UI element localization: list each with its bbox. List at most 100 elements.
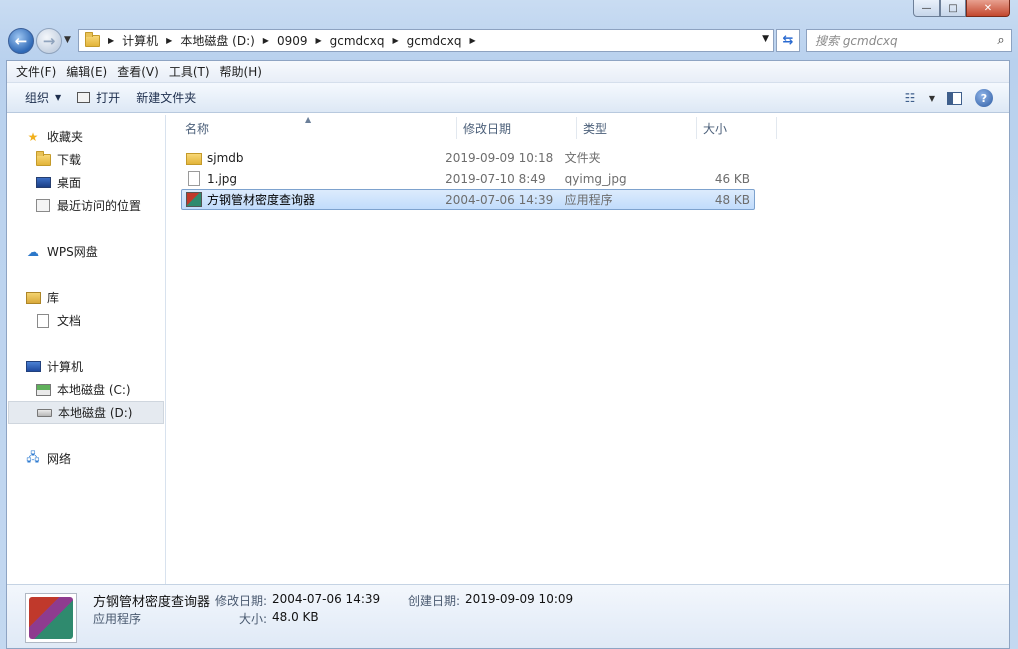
address-bar[interactable]: ▶ 计算机 ▶ 本地磁盘 (D:) ▶ 0909 ▶ gcmdcxq ▶ gcm… xyxy=(78,29,774,52)
breadcrumb-separator-icon[interactable]: ▶ xyxy=(166,36,172,45)
breadcrumb-separator-icon[interactable]: ▶ xyxy=(393,36,399,45)
organize-label: 组织 xyxy=(25,91,50,105)
help-button[interactable]: ? xyxy=(969,86,999,110)
file-type: 文件夹 xyxy=(564,151,601,165)
sidebar-item-label: 本地磁盘 (C:) xyxy=(57,383,131,397)
breadcrumb-separator-icon[interactable]: ▶ xyxy=(316,36,322,45)
maximize-button[interactable]: □ xyxy=(940,0,966,17)
library-group: 库 文档 xyxy=(7,286,165,332)
file-rows: sjmdb 2019-09-09 10:18 文件夹 1.jpg 2019-07… xyxy=(167,147,1009,210)
application-icon xyxy=(186,192,202,207)
close-button[interactable]: ✕ xyxy=(966,0,1010,17)
sidebar-item-wps-cloud[interactable]: ☁ WPS网盘 xyxy=(7,240,165,263)
breadcrumb-computer[interactable]: 计算机 xyxy=(122,32,158,49)
breadcrumb-separator-icon[interactable]: ▶ xyxy=(470,36,476,45)
network-icon: 🖧 xyxy=(26,450,40,464)
breadcrumb-gcmdcxq-2[interactable]: gcmdcxq xyxy=(407,34,462,48)
favorites-group: ★ 收藏夹 下载 桌面 最近访问的位置 xyxy=(7,125,165,217)
breadcrumb-0909[interactable]: 0909 xyxy=(277,34,308,48)
preview-pane-icon xyxy=(946,91,962,105)
menu-help[interactable]: 帮助(H) xyxy=(215,63,267,80)
file-row[interactable]: sjmdb 2019-09-09 10:18 文件夹 xyxy=(181,147,755,168)
navigation-pane: ★ 收藏夹 下载 桌面 最近访问的位置 ☁ WPS网盘 库 文档 计算机 本地磁… xyxy=(7,115,166,585)
window-frame: — □ ✕ ← → ▼ ▶ 计算机 ▶ 本地磁盘 (D:) ▶ 0909 ▶ g… xyxy=(0,0,1018,649)
search-icon[interactable]: ⌕ xyxy=(991,33,1011,48)
computer-group: 计算机 本地磁盘 (C:) 本地磁盘 (D:) xyxy=(7,355,165,424)
file-name-cell: sjmdb xyxy=(182,151,445,165)
file-size: 48 KB xyxy=(714,192,750,207)
breadcrumb-separator-icon[interactable]: ▶ xyxy=(108,36,114,45)
column-header-type[interactable]: 类型 xyxy=(577,117,697,139)
sidebar-item-label: 计算机 xyxy=(47,360,84,374)
arrow-right-icon: → xyxy=(42,32,56,50)
column-header-name[interactable]: 名称 xyxy=(179,117,457,139)
wps-group: ☁ WPS网盘 xyxy=(7,240,165,263)
sidebar-item-label: 文档 xyxy=(57,314,82,328)
sidebar-item-network[interactable]: 🖧 网络 xyxy=(7,447,165,470)
library-icon xyxy=(25,291,41,305)
new-folder-button[interactable]: 新建文件夹 xyxy=(128,86,204,110)
back-button[interactable]: ← xyxy=(8,28,34,54)
sidebar-item-drive-c[interactable]: 本地磁盘 (C:) xyxy=(7,378,165,401)
details-size-label: 大小: xyxy=(239,612,268,626)
column-header-date[interactable]: 修改日期 xyxy=(457,117,577,139)
address-dropdown-icon[interactable]: ▼ xyxy=(762,34,769,44)
breadcrumb-gcmdcxq-1[interactable]: gcmdcxq xyxy=(330,34,385,48)
sidebar-item-drive-d[interactable]: 本地磁盘 (D:) xyxy=(8,401,164,424)
application-thumbnail-icon xyxy=(25,593,77,643)
preview-pane-button[interactable] xyxy=(939,86,969,110)
breadcrumb-drive-d[interactable]: 本地磁盘 (D:) xyxy=(180,32,254,49)
change-view-button[interactable]: ☷ xyxy=(895,86,925,110)
file-row[interactable]: 1.jpg 2019-07-10 8:49 qyimg_jpg 46 KB xyxy=(181,168,755,189)
menu-file[interactable]: 文件(F) xyxy=(11,63,61,80)
file-date: 2019-07-10 8:49 xyxy=(445,171,546,186)
details-file-name: 方钢管材密度查询器 xyxy=(93,595,211,610)
minimize-button[interactable]: — xyxy=(913,0,940,17)
sidebar-item-downloads[interactable]: 下载 xyxy=(7,148,165,171)
file-name-cell: 1.jpg xyxy=(182,171,445,186)
recent-pages-dropdown[interactable]: ▼ xyxy=(64,35,71,45)
sidebar-item-favorites[interactable]: ★ 收藏夹 xyxy=(7,125,165,148)
sidebar-item-label: 最近访问的位置 xyxy=(57,199,142,213)
details-created-value: 2019-09-09 10:09 xyxy=(465,592,574,606)
sidebar-item-desktop[interactable]: 桌面 xyxy=(7,171,165,194)
desktop-icon xyxy=(35,176,51,190)
file-date: 2004-07-06 14:39 xyxy=(445,192,554,207)
sidebar-item-label: 网络 xyxy=(47,452,72,466)
sidebar-item-libraries[interactable]: 库 xyxy=(7,286,165,309)
sidebar-item-documents[interactable]: 文档 xyxy=(7,309,165,332)
view-options-dropdown[interactable]: ▼ xyxy=(925,86,939,110)
breadcrumb: ▶ 计算机 ▶ 本地磁盘 (D:) ▶ 0909 ▶ gcmdcxq ▶ gcm… xyxy=(100,32,484,49)
details-size-value: 48.0 KB xyxy=(272,610,319,624)
file-row-selected[interactable]: 方钢管材密度查询器 2004-07-06 14:39 应用程序 48 KB xyxy=(181,189,755,210)
document-icon xyxy=(35,313,51,328)
drive-icon xyxy=(36,406,52,420)
folder-icon xyxy=(85,31,100,47)
folder-icon xyxy=(186,152,202,165)
sidebar-item-label: 桌面 xyxy=(57,176,82,190)
details-created-label: 创建日期: xyxy=(408,594,461,608)
forward-button[interactable]: → xyxy=(36,28,62,54)
chevron-down-icon: ▼ xyxy=(55,93,62,102)
sidebar-item-recent-places[interactable]: 最近访问的位置 xyxy=(7,194,165,217)
details-file-type: 应用程序 xyxy=(93,612,142,626)
open-button[interactable]: 打开 xyxy=(69,86,128,110)
organize-button[interactable]: 组织 ▼ xyxy=(17,86,69,110)
menu-view[interactable]: 查看(V) xyxy=(112,63,164,80)
file-name: 方钢管材密度查询器 xyxy=(207,193,316,207)
file-size: 46 KB xyxy=(714,171,750,186)
downloads-folder-icon xyxy=(35,150,51,167)
explorer-content: 文件(F) 编辑(E) 查看(V) 工具(T) 帮助(H) 组织 ▼ 打开 新建… xyxy=(6,60,1010,649)
sidebar-item-label: 本地磁盘 (D:) xyxy=(58,406,133,420)
menu-edit[interactable]: 编辑(E) xyxy=(61,63,112,80)
menu-tools[interactable]: 工具(T) xyxy=(164,63,215,80)
search-input[interactable] xyxy=(807,30,991,51)
breadcrumb-separator-icon[interactable]: ▶ xyxy=(263,36,269,45)
cloud-icon: ☁ xyxy=(27,244,39,259)
column-header-size[interactable]: 大小 xyxy=(697,117,777,139)
system-drive-icon xyxy=(35,383,51,397)
refresh-button[interactable]: ⇆ xyxy=(776,29,800,52)
sidebar-item-computer[interactable]: 计算机 xyxy=(7,355,165,378)
file-date: 2019-09-09 10:18 xyxy=(445,150,554,165)
sidebar-item-label: 下载 xyxy=(57,153,82,167)
